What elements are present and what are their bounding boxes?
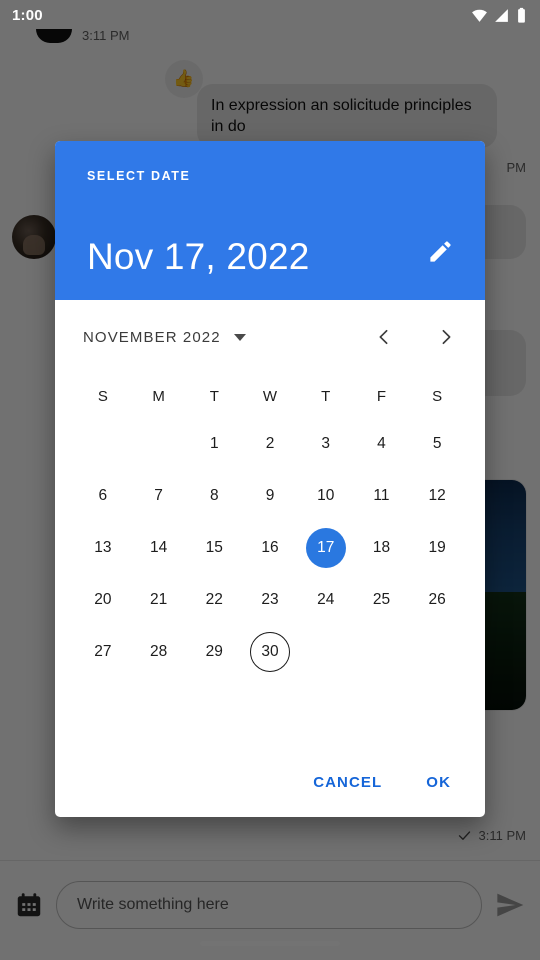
calendar-day-12[interactable]: 12 (409, 470, 465, 522)
status-bar-icons (471, 7, 528, 24)
cancel-button[interactable]: CANCEL (313, 774, 382, 791)
status-bar-clock: 1:00 (12, 6, 43, 24)
dialog-actions: CANCEL OK (55, 774, 485, 817)
weekday-label-3: W (262, 387, 278, 405)
weekday-label-5: F (376, 387, 387, 405)
day-label: 26 (428, 591, 446, 608)
day-label: 21 (149, 591, 168, 608)
day-label: 23 (261, 591, 279, 608)
day-label: 13 (94, 539, 112, 556)
calendar-day-6[interactable]: 6 (75, 470, 131, 522)
edit-date-button[interactable] (423, 234, 457, 268)
calendar-day-4[interactable]: 4 (354, 418, 410, 470)
chevron-left-icon (379, 329, 388, 345)
calendar-week-row: 6 7 8 9 10 11 12 (75, 470, 465, 522)
today-day-marker: 30 (250, 632, 291, 672)
day-label: 9 (265, 487, 275, 504)
month-dropdown-button[interactable]: NOVEMBER 2022 (83, 329, 246, 346)
day-label: 11 (373, 487, 390, 504)
day-label: 18 (372, 539, 391, 556)
calendar-day-8[interactable]: 8 (186, 470, 242, 522)
day-label: 25 (372, 591, 391, 608)
selected-day-marker: 17 (305, 528, 346, 568)
calendar-day-19[interactable]: 19 (409, 522, 465, 574)
weekday-label-1: M (152, 387, 165, 405)
weekday-label-2: T (209, 387, 219, 405)
calendar-day-11[interactable]: 11 (354, 470, 410, 522)
day-label: 3 (321, 435, 331, 452)
calendar-day-9[interactable]: 9 (242, 470, 298, 522)
month-year-label: NOVEMBER 2022 (83, 328, 221, 346)
calendar-day-21[interactable]: 21 (131, 574, 187, 626)
chevron-right-icon (442, 329, 451, 345)
calendar-day-22[interactable]: 22 (186, 574, 242, 626)
day-label: 8 (209, 487, 219, 504)
day-label: 19 (428, 539, 446, 556)
calendar-day-23[interactable]: 23 (242, 574, 298, 626)
date-picker-dialog[interactable]: SELECT DATE Nov 17, 2022 NOVEMBER 2022 S… (55, 141, 485, 817)
caret-down-icon (233, 333, 246, 341)
weekday-label-4: T (321, 387, 331, 405)
calendar-day-5[interactable]: 5 (409, 418, 465, 470)
previous-month-button[interactable] (373, 326, 395, 348)
day-label: 16 (261, 539, 279, 556)
calendar-grid[interactable]: SMTWTFS 1 2 3 4 5 6 7 8 9 10 11 12 13 14 15 16 17 18 19 20 2… (55, 374, 485, 678)
calendar-day-15[interactable]: 15 (186, 522, 242, 574)
calendar-day-3[interactable]: 3 (298, 418, 354, 470)
calendar-week-row: 13 14 15 16 17 18 19 (75, 522, 465, 574)
calendar-day-7[interactable]: 7 (131, 470, 187, 522)
day-label: 14 (149, 539, 168, 556)
selected-date-display: Nov 17, 2022 (87, 236, 310, 277)
weekday-header-row: SMTWTFS (75, 374, 465, 418)
calendar-day-1[interactable]: 1 (186, 418, 242, 470)
calendar-weeks[interactable]: 1 2 3 4 5 6 7 8 9 10 11 12 13 14 15 16 17 18 19 20 21 22 23 24 2… (75, 418, 465, 678)
day-label: 7 (154, 487, 163, 504)
calendar-day-16[interactable]: 16 (242, 522, 298, 574)
day-label: 1 (209, 435, 219, 452)
calendar-day-18[interactable]: 18 (354, 522, 410, 574)
wifi-icon (472, 9, 487, 22)
day-label: 2 (265, 435, 275, 452)
calendar-day-13[interactable]: 13 (75, 522, 131, 574)
day-label: 20 (94, 591, 112, 608)
calendar-day-29[interactable]: 29 (186, 626, 242, 678)
date-picker-header: SELECT DATE Nov 17, 2022 (55, 141, 485, 300)
day-label: 10 (317, 487, 335, 504)
calendar-day-2[interactable]: 2 (242, 418, 298, 470)
calendar-week-row: 27 28 29 30 (75, 626, 465, 678)
pencil-icon (429, 240, 451, 262)
day-label: 5 (432, 435, 442, 452)
calendar-day-10[interactable]: 10 (298, 470, 354, 522)
day-label: 15 (205, 539, 223, 556)
calendar-day-17[interactable]: 17 (298, 522, 354, 574)
day-label: 6 (98, 487, 108, 504)
calendar-day-20[interactable]: 20 (75, 574, 131, 626)
calendar-day-24[interactable]: 24 (298, 574, 354, 626)
date-picker-overline: SELECT DATE (87, 169, 191, 183)
month-navigation (373, 326, 457, 348)
cellular-signal-icon (495, 8, 508, 22)
next-month-button[interactable] (435, 326, 457, 348)
day-label: 27 (94, 643, 112, 660)
calendar-day-27[interactable]: 27 (75, 626, 131, 678)
calendar-day-28[interactable]: 28 (131, 626, 187, 678)
month-selector-row: NOVEMBER 2022 (55, 300, 485, 374)
calendar-day-25[interactable]: 25 (354, 574, 410, 626)
calendar-day-30[interactable]: 30 (242, 626, 298, 678)
weekday-label-0: S (97, 387, 108, 405)
calendar-week-row: 20 21 22 23 24 25 26 (75, 574, 465, 626)
calendar-day-26[interactable]: 26 (409, 574, 465, 626)
weekday-label-6: S (432, 387, 443, 405)
day-label: 28 (149, 643, 168, 660)
day-label: 12 (428, 487, 446, 504)
battery-icon (518, 7, 525, 23)
calendar-week-row: 1 2 3 4 5 (75, 418, 465, 470)
day-label: 29 (205, 643, 223, 660)
day-label: 22 (205, 591, 223, 608)
ok-button[interactable]: OK (426, 774, 451, 791)
day-label: 24 (317, 591, 335, 608)
calendar-day-14[interactable]: 14 (131, 522, 187, 574)
status-bar: 1:00 (0, 0, 540, 30)
day-label: 4 (377, 435, 386, 452)
